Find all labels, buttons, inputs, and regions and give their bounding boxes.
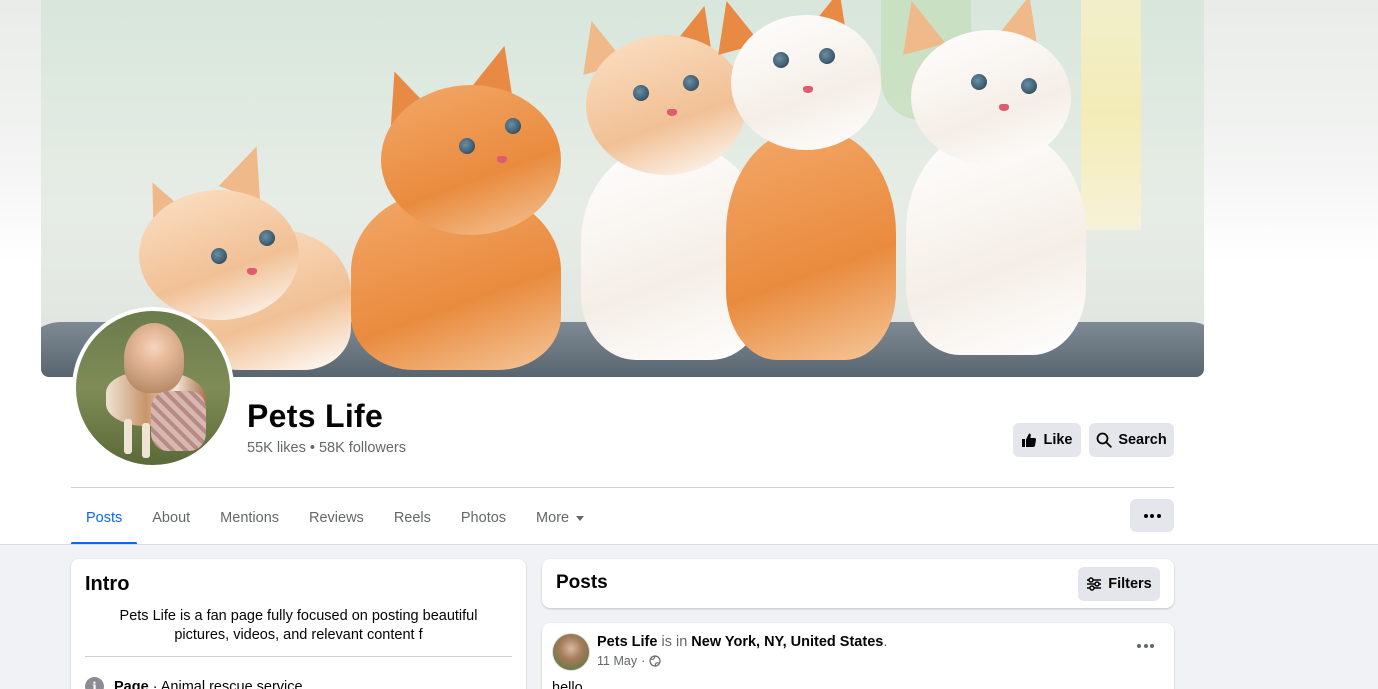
tab-reels[interactable]: Reels (379, 490, 446, 545)
intro-title: Intro (85, 573, 130, 595)
posts-header-card: Posts Filters (542, 559, 1174, 608)
tab-label: About (152, 509, 191, 526)
tab-photos[interactable]: Photos (446, 490, 521, 545)
post-text: hello (552, 680, 583, 689)
filter-sliders-icon (1087, 577, 1102, 591)
like-label: Like (1043, 432, 1073, 448)
tab-label: Posts (86, 509, 123, 526)
post-location[interactable]: New York, NY, United States (691, 634, 883, 650)
tab-label: Reviews (309, 509, 364, 526)
profile-picture[interactable] (72, 307, 234, 469)
avatar-leg (142, 423, 150, 458)
tab-label: More (536, 509, 570, 526)
avatar-girl (124, 323, 184, 393)
post-card: Pets Life is in New York, NY, United Sta… (542, 623, 1174, 689)
post-author-avatar[interactable] (552, 633, 590, 671)
avatar-leg (124, 419, 132, 454)
tab-reviews[interactable]: Reviews (294, 490, 379, 545)
search-button[interactable]: Search (1089, 423, 1174, 457)
search-label: Search (1118, 432, 1167, 448)
post-separator: · (641, 654, 646, 668)
post-meta: 11 May · (597, 654, 661, 668)
post-period: . (883, 634, 888, 650)
post-header: Pets Life is in New York, NY, United Sta… (597, 634, 887, 650)
thumbs-up-icon (1022, 433, 1037, 447)
intro-bio: Pets Life is a fan page fully focused on… (119, 608, 478, 643)
intro-card: Intro Pets Life is a fan page fully focu… (71, 559, 526, 689)
info-icon: i (85, 677, 104, 689)
header-bottom-border (0, 544, 1378, 545)
like-button[interactable]: Like (1013, 423, 1081, 457)
profile-tabs: Posts About Mentions Reviews Reels Photo… (71, 490, 599, 545)
tab-label: Photos (460, 509, 507, 526)
more-dots-icon (1137, 644, 1154, 648)
filters-label: Filters (1108, 576, 1152, 592)
filters-button[interactable]: Filters (1078, 567, 1160, 601)
page-stats[interactable]: 55K likes • 58K followers (247, 440, 406, 456)
tab-label: Mentions (220, 509, 280, 526)
kitten-4 (701, 0, 911, 360)
header-divider (71, 487, 1174, 488)
avatar-dress (151, 391, 206, 451)
kitten-5 (881, 0, 1101, 360)
intro-category-row: i Page · Animal rescue service (85, 677, 303, 689)
tab-label: Reels (393, 509, 431, 526)
tab-posts[interactable]: Posts (71, 490, 138, 545)
search-icon (1096, 432, 1113, 448)
posts-title: Posts (556, 572, 608, 593)
globe-icon (649, 655, 661, 667)
more-dots-icon (1143, 513, 1161, 518)
kitten-2 (321, 40, 581, 370)
page-title: Pets Life (247, 398, 384, 434)
post-is-in: is in (657, 634, 692, 650)
category-label: Page (114, 678, 149, 689)
caret-down-icon (576, 515, 585, 521)
tab-about[interactable]: About (137, 490, 205, 545)
tab-mentions[interactable]: Mentions (205, 490, 294, 545)
post-options-button[interactable] (1137, 644, 1154, 648)
category-value[interactable]: · Animal rescue service (149, 679, 303, 689)
more-options-button[interactable] (1130, 499, 1174, 532)
post-date[interactable]: 11 May (597, 654, 637, 668)
cover-photo[interactable] (41, 0, 1204, 377)
tab-more[interactable]: More (521, 490, 599, 545)
intro-divider (85, 656, 512, 657)
post-author-name[interactable]: Pets Life (597, 634, 657, 650)
